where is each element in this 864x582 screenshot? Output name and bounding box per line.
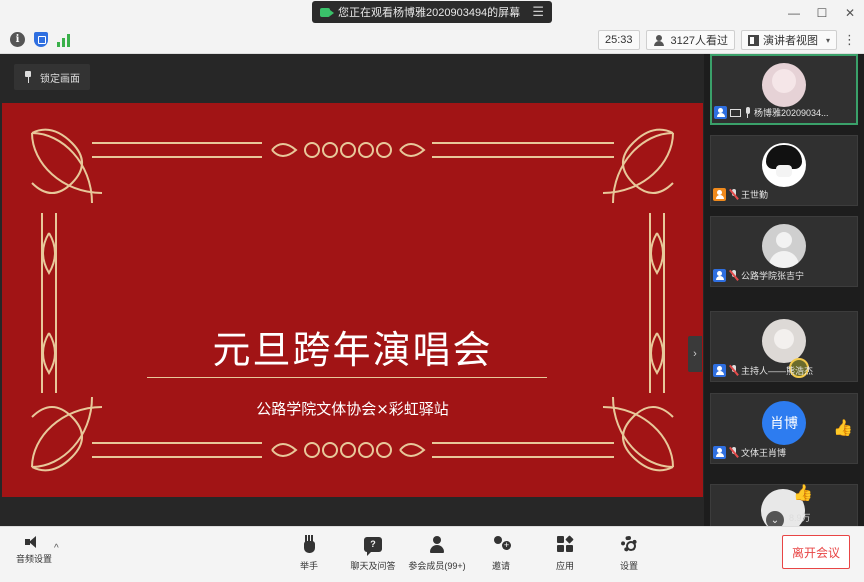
maximize-button[interactable]: ☐ <box>808 0 836 26</box>
minimize-button[interactable]: — <box>780 0 808 26</box>
participant-name: 王世勤 <box>741 190 769 200</box>
member-role-icon <box>713 269 726 282</box>
mic-icon <box>744 107 751 118</box>
participant-name: 公路学院张吉宁 <box>741 271 805 281</box>
gear-icon <box>621 536 637 552</box>
apps-icon <box>557 535 574 552</box>
avatar <box>762 224 806 268</box>
member-role-icon <box>714 106 727 119</box>
slide-subtitle: 公路学院文体协会×彩虹驿站 <box>256 400 449 418</box>
viewer-count-text: 3127人看过 <box>670 35 728 47</box>
participant-bar: 公路学院张吉宁 <box>713 268 855 283</box>
mic-muted-icon <box>729 270 738 281</box>
invite-icon <box>491 535 511 553</box>
participant-name: 文体王肖博 <box>741 448 787 458</box>
lock-view-button[interactable]: 锁定画面 <box>14 64 90 90</box>
layout-icon <box>747 34 759 46</box>
info-icon[interactable]: i <box>10 32 25 47</box>
settings-label: 设置 <box>619 561 638 571</box>
participant-name: 杨博雅20209034... <box>754 108 829 118</box>
member-role-icon <box>713 364 726 377</box>
people-icon <box>653 34 667 46</box>
signal-icon[interactable] <box>57 33 70 47</box>
participant-bar: 杨博雅20209034... <box>714 105 854 120</box>
invite-label: 邀请 <box>491 561 510 571</box>
participant-tile[interactable]: 杨博雅20209034... <box>710 54 858 125</box>
screen-share-notice[interactable]: 您正在观看杨博雅2020903494的屏幕 ☰ <box>312 1 552 23</box>
participant-tile[interactable]: 王世勤 <box>710 135 858 206</box>
shared-screen-stage: 锁定画面 元旦跨年演唱会 公路学院文体协会×彩虹驿站 › <box>0 54 704 526</box>
close-button[interactable]: ✕ <box>836 0 864 26</box>
view-mode-label: 演讲者视图 <box>762 35 818 47</box>
thumbs-up-icon[interactable]: 👍 <box>793 485 813 503</box>
audio-settings-button[interactable]: 音频设置 <box>8 535 60 565</box>
settings-button[interactable]: 设置 <box>600 533 658 572</box>
audio-settings-label: 音频设置 <box>15 554 52 564</box>
mic-muted-icon <box>729 447 738 458</box>
ornamental-frame <box>31 128 674 472</box>
avatar <box>762 143 806 187</box>
lock-view-label: 锁定画面 <box>40 73 80 85</box>
participant-bar: 文体王肖博 <box>713 445 855 460</box>
hand-icon <box>302 535 316 553</box>
meeting-toolbar: i 25:33 3127人看过 演讲者视图 ▾ ⋮ <box>0 26 864 54</box>
chevron-down-icon: ▾ <box>825 35 830 45</box>
chat-qa-label: 聊天及问答 <box>350 561 396 571</box>
raise-hand-button[interactable]: 举手 <box>280 533 338 572</box>
members-icon <box>428 535 446 553</box>
avatar: 肖博 <box>762 401 806 445</box>
bottom-toolbar: 音频设置 ^ 举手 ? 聊天及问答 参会成员(99+) 邀请 应用 设置 离开会… <box>0 526 864 582</box>
host-role-icon <box>713 188 726 201</box>
chevron-up-icon[interactable]: ^ <box>54 543 59 554</box>
meeting-tools: 举手 ? 聊天及问答 参会成员(99+) 邀请 应用 设置 <box>280 533 658 572</box>
meeting-timer: 25:33 <box>597 30 640 50</box>
presentation-slide: 元旦跨年演唱会 公路学院文体协会×彩虹驿站 <box>2 103 703 497</box>
window-controls: — ☐ ✕ <box>780 0 864 26</box>
participants-button[interactable]: 参会成员(99+) <box>408 533 466 572</box>
participants-label: 参会成员(99+) <box>408 561 466 571</box>
menu-icon[interactable]: ☰ <box>532 4 544 20</box>
member-role-icon <box>713 446 726 459</box>
apps-button[interactable]: 应用 <box>536 533 594 572</box>
scroll-down-icon[interactable]: ⌄ <box>766 511 784 526</box>
screen-share-icon <box>730 108 741 117</box>
participant-tile[interactable]: 主持人——熊浩杰 <box>710 311 858 382</box>
security-shield-icon[interactable] <box>34 32 48 47</box>
raise-hand-label: 举手 <box>299 561 318 571</box>
collapse-panel-button[interactable]: › <box>688 336 702 372</box>
participant-name: 主持人——熊浩杰 <box>741 366 814 376</box>
speaker-icon <box>25 535 43 549</box>
camera-icon <box>320 7 334 17</box>
participant-tile[interactable]: 肖博 👍 文体王肖博 <box>710 393 858 464</box>
participant-bar: 王世勤 <box>713 187 855 202</box>
slide-divider <box>147 377 547 378</box>
thumbs-up-icon[interactable]: 👍 <box>833 420 853 438</box>
participant-tile[interactable]: 公路学院张吉宁 <box>710 216 858 287</box>
participant-bar: 主持人——熊浩杰 <box>713 363 855 378</box>
screen-share-text: 您正在观看杨博雅2020903494的屏幕 <box>338 7 521 19</box>
more-options-icon[interactable]: ⋮ <box>843 32 856 48</box>
avatar <box>762 63 806 107</box>
slide-title: 元旦跨年演唱会 <box>212 328 493 372</box>
chat-qa-button[interactable]: ? 聊天及问答 <box>344 533 402 572</box>
invite-button[interactable]: 邀请 <box>472 533 530 572</box>
pin-icon <box>24 71 32 83</box>
title-bar: 您正在观看杨博雅2020903494的屏幕 ☰ — ☐ ✕ <box>0 0 864 26</box>
view-mode-dropdown[interactable]: 演讲者视图 ▾ <box>740 30 837 50</box>
participant-tile[interactable]: 👍 ⌄ 8.9万 <box>710 484 858 526</box>
participant-panel: 杨博雅20209034... 王世勤 公路学院张吉宁 主持人——熊浩杰 肖博 👍 <box>704 54 864 526</box>
mic-muted-icon <box>729 189 738 200</box>
viewer-count[interactable]: 3127人看过 <box>645 30 735 50</box>
mic-muted-icon <box>729 365 738 376</box>
avatar <box>762 319 806 363</box>
chat-icon: ? <box>364 536 382 556</box>
apps-label: 应用 <box>555 561 574 571</box>
leave-meeting-button[interactable]: 离开会议 <box>782 535 850 569</box>
like-count: 8.9万 <box>789 513 811 523</box>
